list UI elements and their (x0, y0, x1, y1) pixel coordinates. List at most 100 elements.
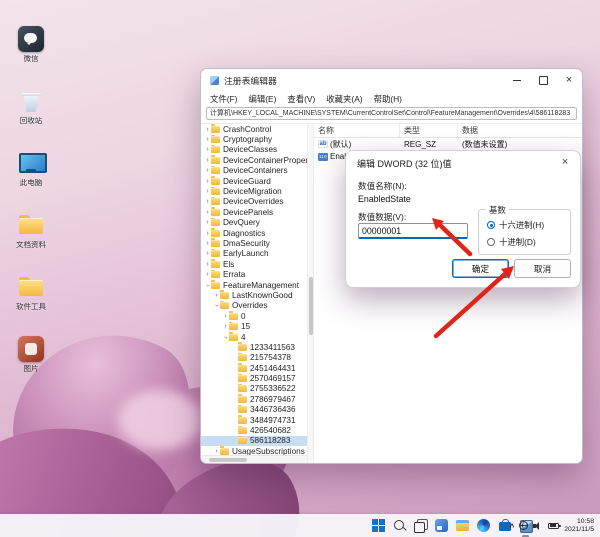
chevron-collapsed-icon[interactable]: › (204, 240, 211, 247)
network-icon[interactable] (519, 521, 529, 530)
scrollbar-thumb[interactable] (309, 276, 313, 335)
desktop-icon[interactable]: 文档资料 (2, 208, 60, 270)
tree-item[interactable]: › DeviceOverrides (201, 196, 307, 207)
chevron-collapsed-icon[interactable]: › (204, 178, 211, 185)
chevron-collapsed-icon[interactable]: › (204, 209, 211, 216)
menu-item[interactable]: 文件(F) (210, 93, 237, 105)
taskbar-file-explorer-icon[interactable] (453, 516, 472, 535)
folder-icon (220, 290, 229, 299)
volume-icon[interactable] (533, 521, 543, 530)
value-row[interactable]: ab (默认) REG_SZ (数值未设置) (314, 138, 582, 151)
chevron-collapsed-icon[interactable]: › (204, 250, 211, 257)
taskbar-widgets-icon[interactable] (432, 516, 451, 535)
taskbar-task-view-icon[interactable] (411, 516, 430, 535)
chevron-collapsed-icon[interactable]: › (204, 146, 211, 153)
vertical-scrollbar[interactable] (307, 124, 314, 463)
chevron-collapsed-icon[interactable]: › (204, 157, 211, 164)
chevron-collapsed-icon[interactable]: › (222, 313, 229, 320)
chevron-collapsed-icon[interactable]: › (213, 292, 220, 299)
tree-item[interactable]: › 15 (201, 321, 307, 331)
horizontal-scrollbar[interactable] (201, 455, 307, 463)
chevron-collapsed-icon[interactable]: › (204, 261, 211, 268)
tree-item[interactable]: › DeviceMigration (201, 186, 307, 196)
dialog-close-icon[interactable]: × (550, 151, 580, 172)
tree-item[interactable]: › Overrides (201, 300, 307, 311)
chevron-collapsed-icon[interactable]: › (204, 230, 211, 237)
tree-item[interactable]: › UsageSubscriptions (201, 446, 307, 455)
tree-item[interactable]: › 0 (201, 311, 307, 321)
column-header[interactable]: 数据 (458, 124, 582, 137)
chevron-collapsed-icon[interactable]: › (222, 323, 229, 330)
column-header[interactable]: 类型 (400, 124, 458, 137)
taskbar-clock[interactable]: 10:58 2021/11/5 (564, 518, 594, 534)
column-header[interactable]: 名称 (314, 124, 400, 137)
tree-item[interactable]: 586118283 (201, 435, 307, 447)
tree-item[interactable]: 2570469157 (201, 373, 307, 383)
tree-item[interactable]: › Cryptography (201, 134, 307, 144)
column-headers: 名称 类型 数据 (314, 124, 582, 138)
tree-item[interactable]: 1233411563 (201, 342, 307, 352)
chevron-collapsed-icon[interactable]: › (204, 167, 211, 174)
tree-item[interactable]: › CrashControl (201, 124, 307, 134)
taskbar-start-icon[interactable] (369, 516, 388, 535)
tree-item-label: Overrides (232, 301, 268, 311)
cancel-button[interactable]: 取消 (514, 259, 571, 278)
close-icon[interactable]: × (556, 69, 582, 91)
tree-item[interactable]: 2451464431 (201, 363, 307, 373)
tree-item[interactable]: › DmaSecurity (201, 238, 307, 248)
maximize-icon[interactable] (530, 69, 556, 91)
menu-item[interactable]: 查看(V) (287, 93, 315, 105)
chevron-collapsed-icon[interactable]: › (204, 219, 211, 226)
menu-item[interactable]: 收藏夹(A) (326, 93, 362, 105)
desktop-icon-label: 微信 (23, 55, 39, 63)
chevron-collapsed-icon[interactable]: › (204, 188, 211, 195)
chevron-collapsed-icon[interactable]: › (204, 271, 211, 278)
tree-item[interactable]: › 4 (201, 332, 307, 342)
wallpaper-petal (118, 390, 202, 450)
tree-item[interactable]: › DevicePanels (201, 207, 307, 217)
chevron-expanded-icon[interactable]: › (204, 282, 211, 289)
desktop-icon[interactable]: 微信 (2, 22, 60, 84)
battery-icon[interactable] (548, 522, 561, 529)
address-input[interactable]: 计算机\HKEY_LOCAL_MACHINE\SYSTEM\CurrentCon… (206, 107, 577, 120)
tree-item[interactable]: › DeviceClasses (201, 144, 307, 155)
chevron-expanded-icon[interactable]: › (222, 334, 229, 341)
chevron-collapsed-icon[interactable]: › (213, 448, 220, 455)
desktop-icon[interactable]: 软件工具 (2, 270, 60, 332)
ok-button[interactable]: 确定 (452, 259, 509, 278)
tree-item[interactable]: › EarlyLaunch (201, 248, 307, 259)
tree-item[interactable]: › Els (201, 259, 307, 269)
minimize-icon[interactable] (504, 69, 530, 91)
tree-item[interactable]: 2786979467 (201, 394, 307, 404)
tree-item[interactable]: 215754378 (201, 352, 307, 363)
chevron-collapsed-icon[interactable]: › (204, 126, 211, 133)
tree-item[interactable]: 3484974731 (201, 415, 307, 425)
taskbar-search-icon[interactable] (390, 516, 409, 535)
tree-item[interactable]: 426540682 (201, 425, 307, 435)
tree-item[interactable]: › DeviceContainerPropertyUpda (201, 155, 307, 165)
desktop-icon[interactable]: 回收站 (2, 84, 60, 146)
tree-item[interactable]: › DeviceGuard (201, 176, 307, 186)
menu-item[interactable]: 帮助(H) (374, 93, 402, 105)
value-data-input[interactable] (358, 223, 468, 239)
radio-decimal[interactable]: 十进制(D) (487, 236, 536, 248)
tree-item[interactable]: › DeviceContainers (201, 165, 307, 176)
chevron-expanded-icon[interactable]: › (213, 302, 220, 309)
tree-item[interactable]: › FeatureManagement (201, 280, 307, 290)
chevron-collapsed-icon[interactable]: › (204, 198, 211, 205)
tree-item[interactable]: › LastKnownGood (201, 290, 307, 300)
tree-item-label: DevQuery (223, 218, 260, 228)
taskbar-edge-icon[interactable] (474, 516, 493, 535)
menu-item[interactable]: 编辑(E) (248, 93, 276, 105)
radio-hexadecimal[interactable]: 十六进制(H) (487, 219, 544, 231)
tray-chevron-icon[interactable]: ^ (510, 523, 515, 532)
tree-item[interactable]: 2755336522 (201, 383, 307, 394)
tree-item[interactable]: › Errata (201, 269, 307, 279)
desktop-icon[interactable]: 图片 (2, 332, 60, 394)
chevron-collapsed-icon[interactable]: › (204, 136, 211, 143)
tree-item[interactable]: › Diagnostics (201, 228, 307, 238)
desktop-icon[interactable]: 此电脑 (2, 146, 60, 208)
tree-item[interactable]: 3446736436 (201, 404, 307, 415)
scrollbar-thumb[interactable] (209, 458, 247, 462)
tree-item[interactable]: › DevQuery (201, 217, 307, 228)
